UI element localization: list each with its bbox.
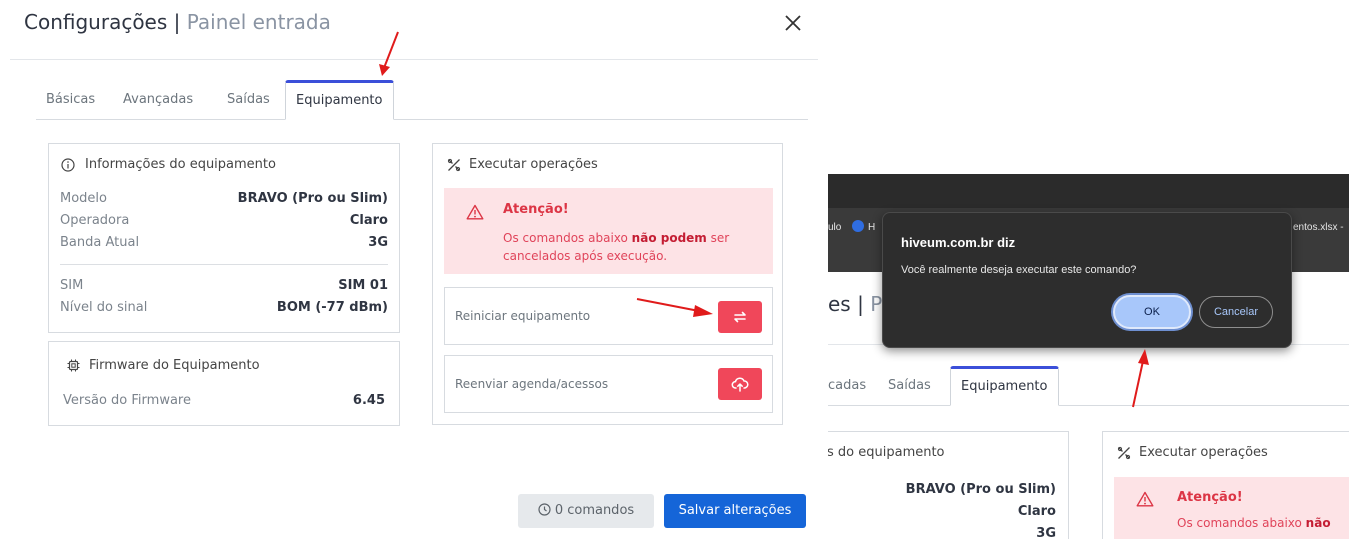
firmware-title: Firmware do Equipamento [89,358,260,373]
cancel-button[interactable]: Cancelar [1199,296,1273,328]
cloud-upload-icon [731,377,749,392]
second-carrier-value: Claro [1017,504,1056,519]
close-icon-svg [785,15,801,31]
operation-row-restart: Reiniciar equipamento [444,287,773,345]
tab-basicas[interactable]: Básicas [46,80,95,120]
band-value: 3G [368,235,388,250]
tab-bar: Básicas Avançadas Saídas Equipamento [36,80,808,120]
swap-icon [734,311,746,323]
second-view-tab-bar: cadas Saídas Equipamento [828,366,1349,406]
dialog-title: hiveum.com.br diz [901,235,1016,250]
save-changes-button[interactable]: Salvar alterações [664,494,806,528]
bookmark-h[interactable]: H [868,222,875,233]
firmware-version-value: 6.45 [352,393,385,408]
operations-card: Executar operações Atenção! Os comandos … [432,143,783,425]
firmware-card: Firmware do Equipamento Versão do Firmwa… [48,341,400,426]
bookmark-left[interactable]: ulo [828,222,841,233]
second-model-value: BRAVO (Pro ou Slim) [905,482,1056,497]
band-label: Banda Atual [60,235,140,250]
ok-button[interactable]: OK [1113,295,1191,329]
carrier-value: Claro [349,213,388,228]
equipment-info-title: Informações do equipamento [85,157,276,172]
info-icon [61,158,75,172]
alert-text: Os comandos abaixo não podem ser cancela… [503,229,765,265]
second-tab-avancadas[interactable]: cadas [828,366,866,406]
annotation-arrow-ok [1132,349,1149,408]
second-alert-text-bold: não [1305,516,1331,530]
clock-icon [538,503,551,516]
second-warning-icon [1136,491,1154,507]
second-warning-alert: Atenção! Os comandos abaixo não [1114,477,1349,539]
settings-modal: Configurações | Painel entrada Básicas A… [0,0,820,539]
second-tab-saidas[interactable]: Saídas [888,366,931,406]
browser-titlebar [828,174,1349,208]
resend-label: Reenviar agenda/acessos [455,377,609,391]
alert-text-1: Os comandos abaixo [503,231,632,245]
model-value: BRAVO (Pro ou Slim) [237,191,388,206]
firmware-version-label: Versão do Firmware [63,393,191,408]
annotation-arrow-restart [636,298,713,317]
restart-button[interactable] [718,301,762,333]
resend-button[interactable] [718,368,762,400]
second-info-card: s do equipamento BRAVO (Pro ou Slim) Cla… [828,431,1069,539]
second-view-title-main: es | [828,292,864,316]
signal-label: Nível do sinal [60,300,148,315]
signal-value: BOM (-77 dBm) [276,300,388,315]
bookmark-favicon [852,220,864,232]
modal-title-sub: Painel entrada [186,10,331,34]
commands-count-label: 0 comandos [554,503,635,518]
modal-title-main: Configurações | [24,10,181,34]
warning-icon [466,204,484,220]
tab-saidas[interactable]: Saídas [227,80,270,120]
annotation-arrow-tab [379,31,399,76]
operation-row-resend: Reenviar agenda/acessos [444,355,773,413]
alert-text-bold: não podem [631,231,707,245]
second-info-title: s do equipamento [828,445,945,460]
model-label: Modelo [60,191,107,206]
second-band-value: 3G [1036,526,1056,539]
second-tab-equipamento[interactable]: Equipamento [950,366,1059,406]
warning-alert: Atenção! Os comandos abaixo não podem se… [444,188,773,274]
tab-equipamento[interactable]: Equipamento [285,80,394,120]
operations-title: Executar operações [469,157,598,172]
alert-title: Atenção! [503,202,569,217]
second-operations-title: Executar operações [1139,445,1268,460]
close-icon[interactable] [781,10,805,38]
second-alert-text: Os comandos abaixo não [1177,514,1331,532]
second-operations-card: Executar operações Atenção! Os comandos … [1102,431,1349,539]
second-alert-text-1: Os comandos abaixo [1177,516,1306,530]
second-tools-icon [1117,446,1131,460]
sim-label: SIM [60,278,84,293]
header-divider [10,59,818,60]
tab-avancadas[interactable]: Avançadas [123,80,193,120]
equipment-info-card: Informações do equipamento Modelo BRAVO … [48,143,400,333]
carrier-label: Operadora [60,213,130,228]
chip-icon [67,359,80,372]
commands-count-button[interactable]: 0 comandos [518,494,654,528]
dialog-message: Você realmente deseja executar este coma… [901,264,1137,276]
confirm-dialog: hiveum.com.br diz Você realmente deseja … [882,212,1292,348]
restart-label: Reiniciar equipamento [455,309,591,323]
sim-value: SIM 01 [338,278,388,293]
bookmark-right[interactable]: entos.xlsx - [1293,222,1344,233]
tools-icon [447,158,461,172]
info-divider [60,264,388,265]
second-alert-title: Atenção! [1177,490,1243,505]
modal-title: Configurações | Painel entrada [24,10,331,34]
